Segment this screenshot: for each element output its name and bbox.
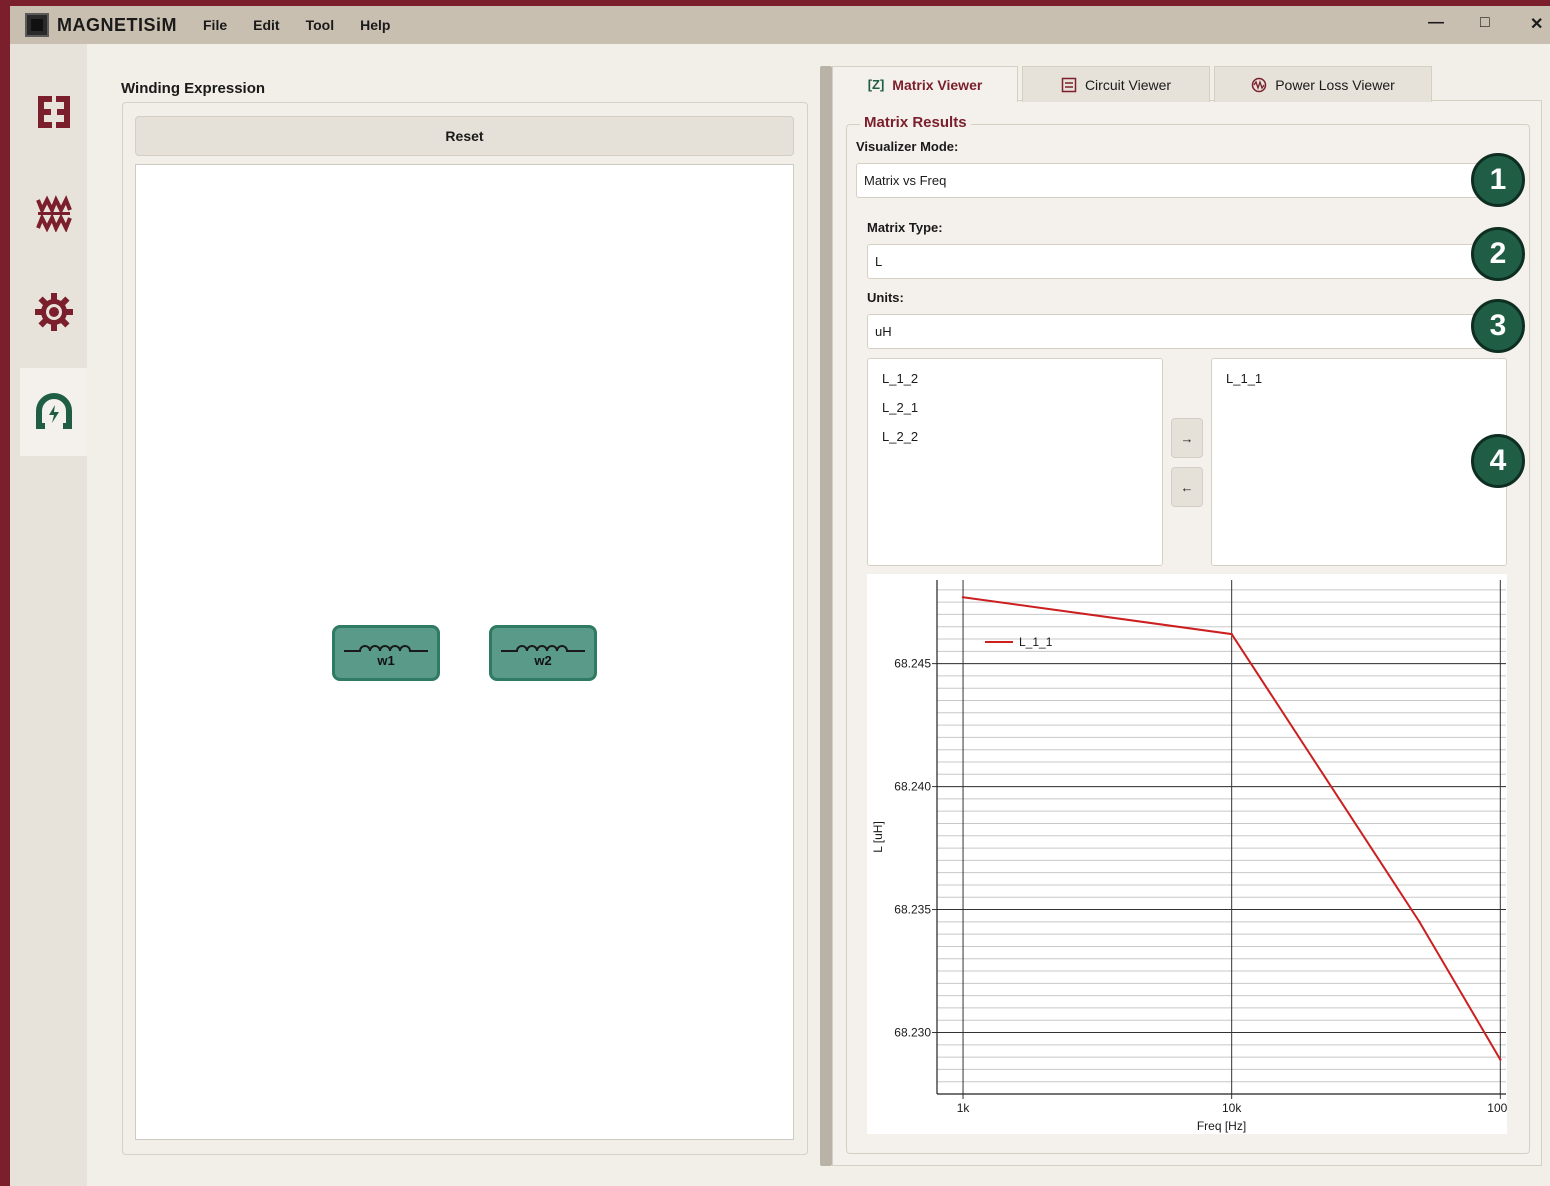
matrix-vs-freq-chart: 68.245 68.240 68.235 68.230 1k 10k 100k Freq [H… bbox=[867, 574, 1514, 1134]
tab-circuit-viewer[interactable]: Circuit Viewer bbox=[1022, 66, 1210, 102]
maximize-button[interactable]: □ bbox=[1480, 14, 1490, 32]
available-entries-list[interactable]: L_1_2 L_2_1 L_2_2 bbox=[867, 358, 1163, 566]
winding-label: w2 bbox=[534, 652, 552, 668]
callout-badge-1: 1 bbox=[1471, 153, 1525, 207]
tab-matrix-viewer[interactable]: [Z] Matrix Viewer bbox=[832, 66, 1018, 102]
data-point bbox=[1418, 920, 1421, 924]
list-item[interactable]: L_2_1 bbox=[868, 400, 1162, 429]
data-point bbox=[961, 596, 965, 599]
x-tick-label: 10k bbox=[1222, 1101, 1242, 1115]
data-point bbox=[1499, 1058, 1502, 1061]
waveform-icon bbox=[1251, 77, 1267, 92]
y-tick-label: 68.230 bbox=[894, 1026, 931, 1040]
rail-item-core[interactable] bbox=[20, 68, 87, 156]
winding-expression-title: Winding Expression bbox=[121, 80, 266, 97]
tab-power-loss-viewer[interactable]: Power Loss Viewer bbox=[1214, 66, 1432, 102]
menu-tool[interactable]: Tool bbox=[306, 17, 335, 33]
matrix-type-label: Matrix Type: bbox=[867, 220, 943, 235]
tab-label: Matrix Viewer bbox=[892, 76, 983, 93]
list-item[interactable]: L_2_2 bbox=[868, 429, 1162, 458]
matrix-icon: [Z] bbox=[867, 77, 885, 92]
remove-entry-button[interactable]: ← bbox=[1171, 467, 1203, 507]
winding-block-w2[interactable]: w2 bbox=[489, 625, 597, 681]
close-button[interactable]: ✕ bbox=[1530, 14, 1543, 34]
x-tick-label: 100k bbox=[1487, 1101, 1507, 1115]
callout-badge-2: 2 bbox=[1471, 227, 1525, 281]
chart-svg: 68.245 68.240 68.235 68.230 1k 10k 100k Freq [H… bbox=[871, 580, 1514, 1133]
visualizer-mode-select[interactable]: Matrix vs Freq bbox=[856, 163, 1508, 198]
visualizer-mode-label: Visualizer Mode: bbox=[856, 139, 959, 154]
winding-label: w1 bbox=[377, 652, 395, 668]
title-bar: MAGNETISiM File Edit Tool Help — □ ✕ bbox=[10, 6, 1550, 44]
menu-file[interactable]: File bbox=[203, 17, 227, 33]
app-window: MAGNETISiM File Edit Tool Help — □ ✕ Win… bbox=[10, 6, 1550, 1186]
data-point bbox=[1230, 632, 1233, 636]
panel-splitter[interactable] bbox=[820, 66, 832, 1166]
legend-label: L_1_1 bbox=[1019, 635, 1053, 649]
callout-badge-3: 3 bbox=[1471, 299, 1525, 353]
y-tick-label: 68.235 bbox=[894, 903, 931, 917]
y-axis-label: L [uH] bbox=[871, 821, 885, 853]
magnet-results-icon bbox=[35, 393, 72, 429]
rail-item-winding[interactable] bbox=[20, 168, 87, 256]
selected-entries-list[interactable]: L_1_1 bbox=[1211, 358, 1507, 566]
list-item[interactable]: L_1_2 bbox=[868, 371, 1162, 400]
side-rail bbox=[10, 44, 87, 1186]
winding-canvas[interactable]: w1 w2 bbox=[135, 164, 794, 1140]
app-logo-icon bbox=[25, 13, 49, 37]
units-label: Units: bbox=[867, 290, 904, 305]
add-entry-button[interactable]: → bbox=[1171, 418, 1203, 458]
list-item[interactable]: L_1_1 bbox=[1212, 371, 1506, 400]
menu-edit[interactable]: Edit bbox=[253, 17, 279, 33]
tab-label: Circuit Viewer bbox=[1084, 76, 1172, 93]
core-e-icon bbox=[37, 96, 70, 128]
units-select[interactable]: uH bbox=[867, 314, 1507, 349]
rail-item-results[interactable] bbox=[20, 368, 87, 456]
tab-label: Power Loss Viewer bbox=[1275, 76, 1395, 93]
winding-icon bbox=[35, 195, 72, 232]
menu-help[interactable]: Help bbox=[360, 17, 390, 33]
winding-block-w1[interactable]: w1 bbox=[332, 625, 440, 681]
x-axis-label: Freq [Hz] bbox=[1197, 1119, 1246, 1133]
rail-item-settings[interactable] bbox=[20, 268, 87, 356]
app-name: MAGNETISiM bbox=[57, 14, 177, 35]
x-tick-label: 1k bbox=[957, 1101, 971, 1115]
y-tick-label: 68.245 bbox=[894, 657, 931, 671]
y-tick-label: 68.240 bbox=[894, 780, 931, 794]
minimize-button[interactable]: — bbox=[1428, 14, 1444, 32]
matrix-results-title: Matrix Results bbox=[860, 114, 971, 131]
callout-badge-4: 4 bbox=[1471, 434, 1525, 488]
reset-button[interactable]: Reset bbox=[135, 116, 794, 156]
circuit-icon bbox=[1061, 77, 1077, 92]
gear-icon bbox=[34, 293, 73, 331]
matrix-type-select[interactable]: L bbox=[867, 244, 1507, 279]
